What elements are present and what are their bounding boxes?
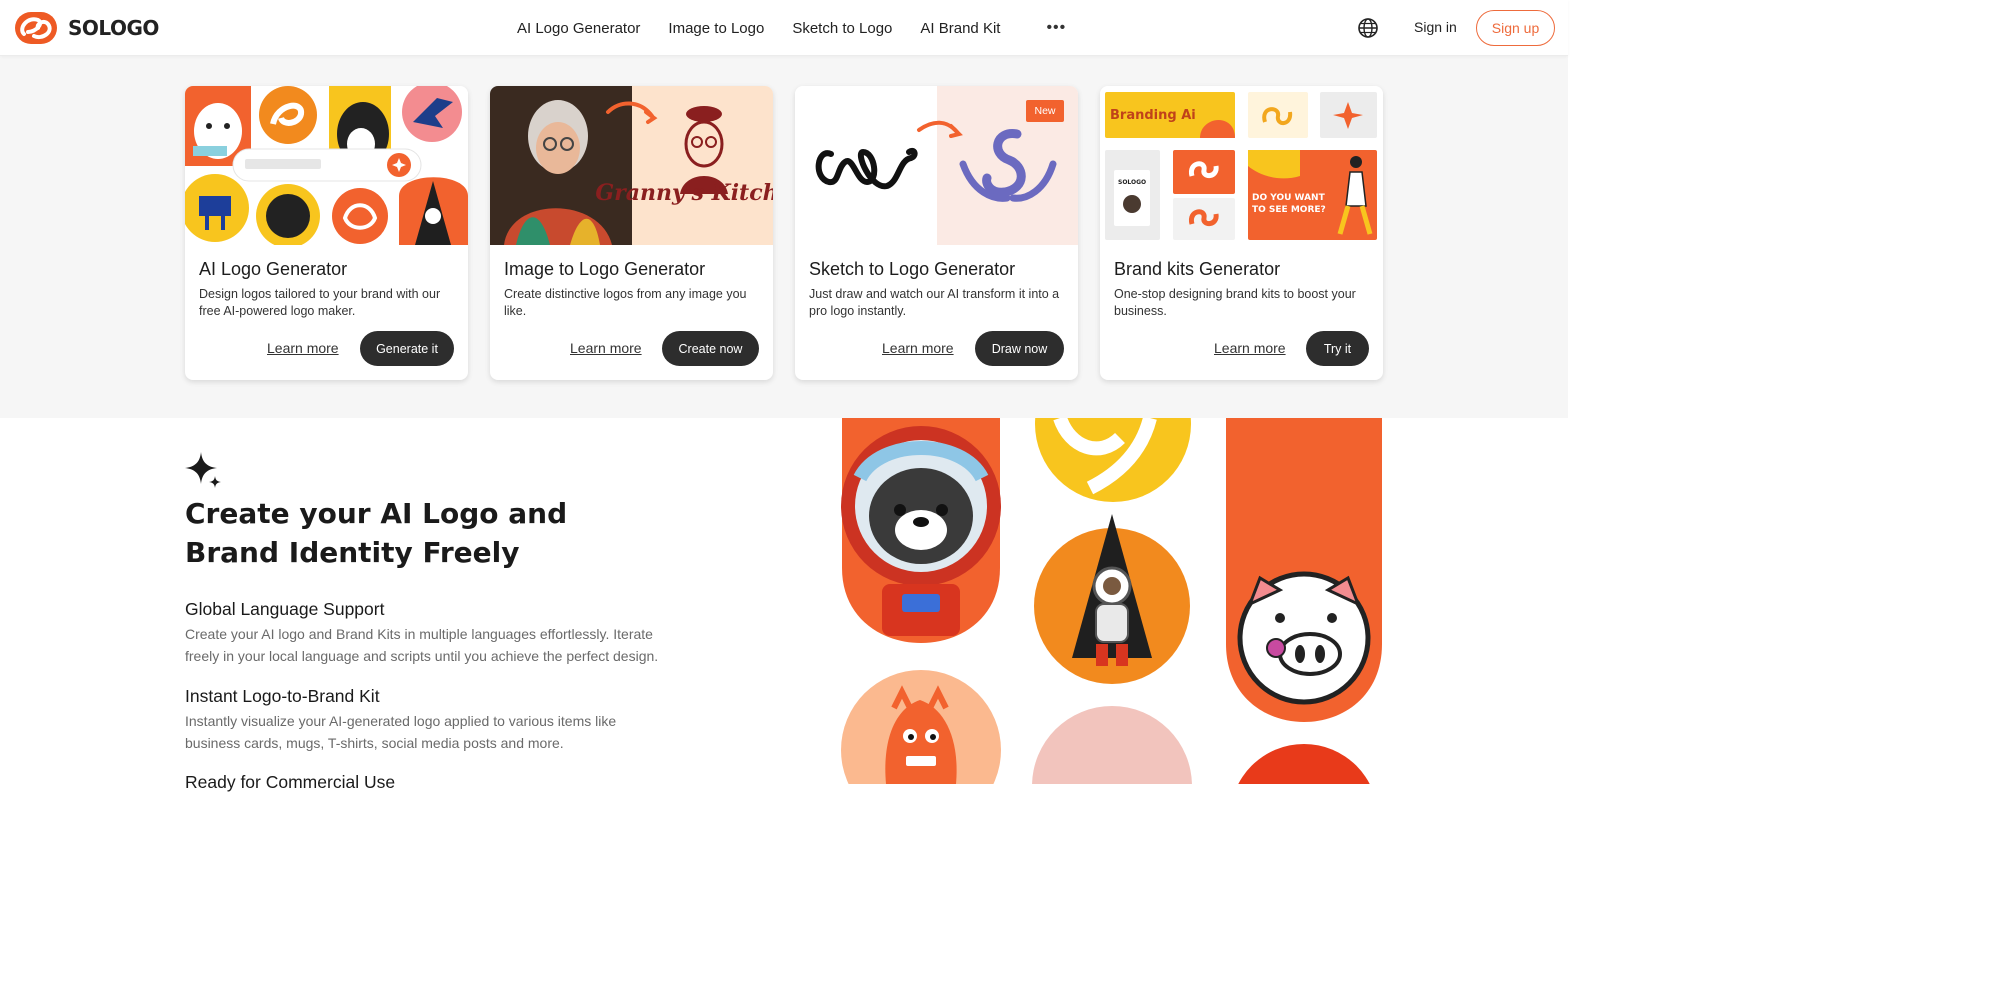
card-title: Sketch to Logo Generator [809, 259, 1016, 279]
sologo-mark-icon [15, 12, 57, 44]
card-image-to-logo: Granny's Kitchen Image to Logo Generator… [490, 86, 773, 380]
branding-ai-art-text: Branding Ai [1110, 108, 1196, 123]
top-nav-bar: SOLOGO AI Logo Generator Image to Logo S… [0, 0, 1568, 56]
nav-sketch-to-logo[interactable]: Sketch to Logo [792, 20, 892, 37]
image-to-logo-example-image: Granny's Kitchen [490, 86, 773, 245]
nav-ai-brand-kit[interactable]: AI Brand Kit [920, 20, 1000, 37]
do-you-want-art-text: DO YOU WANT TO SEE MORE? [1252, 193, 1326, 215]
grannys-kitchen-art-text: Granny's Kitchen [595, 180, 773, 206]
tools-cards-section: AI Logo Generator Design logos tailored … [0, 56, 1568, 418]
nav-image-to-logo[interactable]: Image to Logo [668, 20, 764, 37]
create-now-button[interactable]: Create now [662, 331, 759, 366]
mascot-illustrations [820, 418, 1400, 784]
learn-more-link[interactable]: Learn more [267, 340, 339, 356]
card-title: Image to Logo Generator [504, 259, 706, 279]
feature-title: Instant Logo-to-Brand Kit [185, 686, 380, 706]
card-sketch-to-logo: New Sketch to Logo Generator Just draw a… [795, 86, 1078, 380]
new-badge: New [1026, 100, 1064, 122]
brand-name: SOLOGO [68, 16, 159, 40]
try-it-button[interactable]: Try it [1306, 331, 1369, 366]
card-title: Brand kits Generator [1114, 259, 1281, 279]
feature-description: Create your AI logo and Brand Kits in mu… [185, 626, 659, 664]
more-menu-icon[interactable]: ••• [1046, 19, 1066, 37]
generate-it-button[interactable]: Generate it [360, 331, 454, 366]
section-headline: Create your AI Logo and Brand Identity F… [185, 497, 568, 569]
language-globe-icon[interactable] [1357, 17, 1379, 39]
draw-now-button[interactable]: Draw now [975, 331, 1064, 366]
sign-up-button[interactable]: Sign up [1476, 10, 1555, 46]
card-title: AI Logo Generator [199, 259, 348, 279]
learn-more-link[interactable]: Learn more [882, 340, 954, 356]
card-ai-logo-generator: AI Logo Generator Design logos tailored … [185, 86, 468, 380]
learn-more-link[interactable]: Learn more [1214, 340, 1286, 356]
feature-title: Ready for Commercial Use [185, 772, 396, 792]
brand-kit-collage-image: Branding Ai SOLOGO DO YOU WANT TO SEE MO… [1100, 86, 1383, 245]
card-description: Create distinctive logos from any image … [504, 287, 747, 318]
learn-more-link[interactable]: Learn more [570, 340, 642, 356]
card-brand-kits: Branding Ai SOLOGO DO YOU WANT TO SEE MO… [1100, 86, 1383, 380]
card-description: Design logos tailored to your brand with… [199, 287, 441, 318]
brand-logo[interactable]: SOLOGO [14, 10, 159, 46]
nav-ai-logo-generator[interactable]: AI Logo Generator [517, 20, 640, 37]
feature-title: Global Language Support [185, 599, 385, 619]
sologo-card-art-text: SOLOGO [1118, 179, 1146, 186]
feature-description: Instantly visualize your AI-generated lo… [185, 713, 617, 751]
card-description: Just draw and watch our AI transform it … [809, 287, 1060, 318]
card-description: One-stop designing brand kits to boost y… [1114, 287, 1356, 318]
sign-in-link[interactable]: Sign in [1414, 19, 1457, 35]
ai-logo-collage-image [185, 86, 468, 245]
sparkle-icon [185, 452, 221, 488]
sketch-to-logo-example-image: New [795, 86, 1078, 245]
main-nav: AI Logo Generator Image to Logo Sketch t… [503, 0, 1066, 56]
